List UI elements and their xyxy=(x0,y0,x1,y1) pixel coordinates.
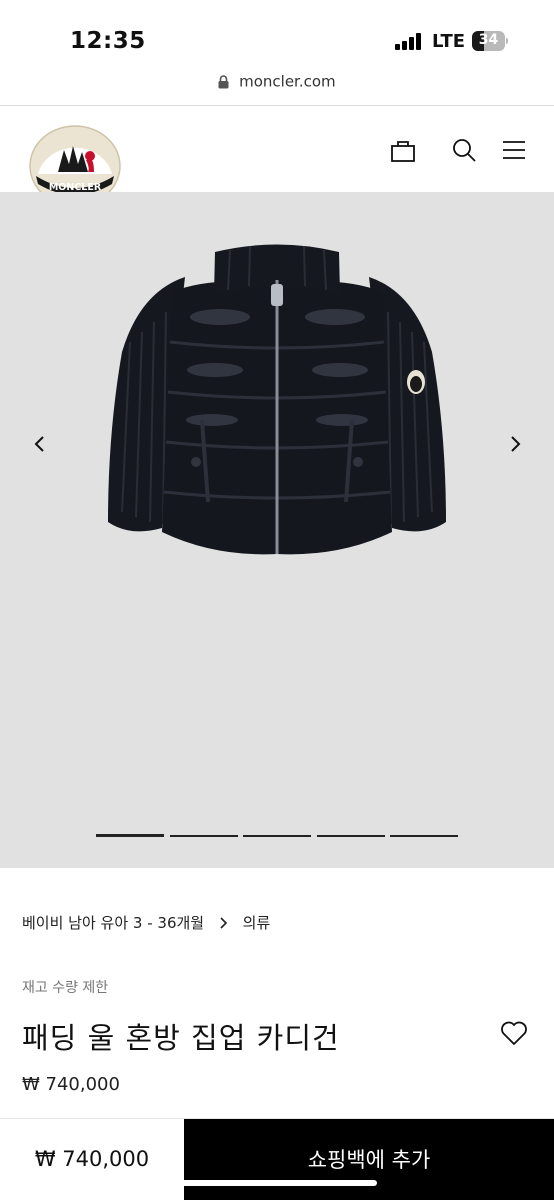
home-indicator[interactable] xyxy=(177,1180,377,1186)
chevron-right-icon xyxy=(220,916,228,929)
menu-icon[interactable] xyxy=(500,136,528,164)
breadcrumb: 베이비 남아 유아 3 - 36개월 의류 xyxy=(22,912,270,933)
slide-indicator-2[interactable] xyxy=(170,835,238,837)
slide-indicator-5[interactable] xyxy=(390,835,458,837)
search-icon[interactable] xyxy=(450,136,478,164)
status-time: 12:35 xyxy=(70,28,146,54)
add-to-bag-button[interactable]: 쇼핑백에 추가 xyxy=(184,1119,554,1200)
slide-indicators xyxy=(96,834,458,839)
breadcrumb-item-subcategory[interactable]: 의류 xyxy=(243,912,271,933)
product-price: ₩ 740,000 xyxy=(22,1074,120,1095)
bottom-price: ₩ 740,000 xyxy=(34,1147,150,1171)
url-text: moncler.com xyxy=(239,72,336,91)
site-header: MONCLER xyxy=(0,106,554,207)
battery-level: 34 xyxy=(478,32,499,48)
bottom-purchase-bar: ₩ 740,000 쇼핑백에 추가 xyxy=(0,1118,554,1200)
breadcrumb-item-category[interactable]: 베이비 남아 유아 3 - 36개월 xyxy=(22,912,204,933)
stock-note: 재고 수량 제한 xyxy=(22,980,109,996)
shopping-bag-icon[interactable] xyxy=(389,136,417,164)
network-label: LTE xyxy=(432,31,466,52)
slide-indicator-1[interactable] xyxy=(96,834,164,837)
battery-icon: 34 xyxy=(472,31,508,51)
lock-icon xyxy=(218,74,229,88)
address-bar[interactable]: moncler.com xyxy=(0,72,554,102)
heart-icon[interactable] xyxy=(500,1020,528,1046)
slide-indicator-3[interactable] xyxy=(243,835,311,837)
chevron-left-icon[interactable] xyxy=(28,432,52,456)
product-image xyxy=(108,244,446,555)
signal-icon xyxy=(395,33,423,50)
slide-indicator-4[interactable] xyxy=(317,835,385,837)
product-gallery[interactable] xyxy=(0,192,554,868)
status-bar: 12:35 LTE 34 xyxy=(0,0,554,80)
product-title: 패딩 울 혼방 집업 카디건 xyxy=(22,1021,340,1055)
chevron-right-icon[interactable] xyxy=(503,432,527,456)
